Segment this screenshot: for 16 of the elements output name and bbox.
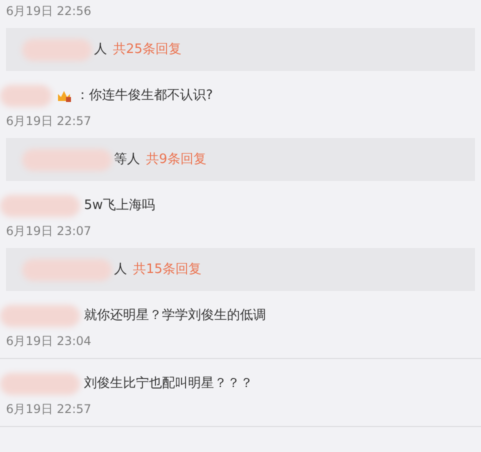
reply-summary-panel[interactable]: 等人 共9条回复 [6, 138, 475, 181]
comment-text: 刘俊生比宁也配叫明星？？？ [84, 375, 253, 394]
replier-names: 人 [114, 260, 127, 279]
blurred-name [0, 85, 52, 107]
reply-summary-panel[interactable]: 人 共15条回复 [6, 248, 475, 291]
comment-text: 5w飞上海吗 [84, 197, 155, 216]
comment-text: 就你还明星？学学刘俊生的低调 [84, 307, 266, 326]
comment-time: 6月19日 23:07 [6, 223, 92, 240]
comment-time: 6月19日 22:57 [6, 113, 92, 130]
replier-names: 人 [94, 40, 107, 59]
comment-time: 6月19日 22:57 [6, 401, 92, 418]
comment-time: 6月19日 22:56 [6, 3, 92, 20]
replier-names: 等人 [114, 150, 140, 169]
comment-text: ：你连牛俊生都不认识? [76, 87, 213, 106]
reply-summary-panel[interactable]: 人 共25条回复 [6, 28, 475, 71]
comment-time: 6月19日 23:04 [6, 333, 92, 350]
